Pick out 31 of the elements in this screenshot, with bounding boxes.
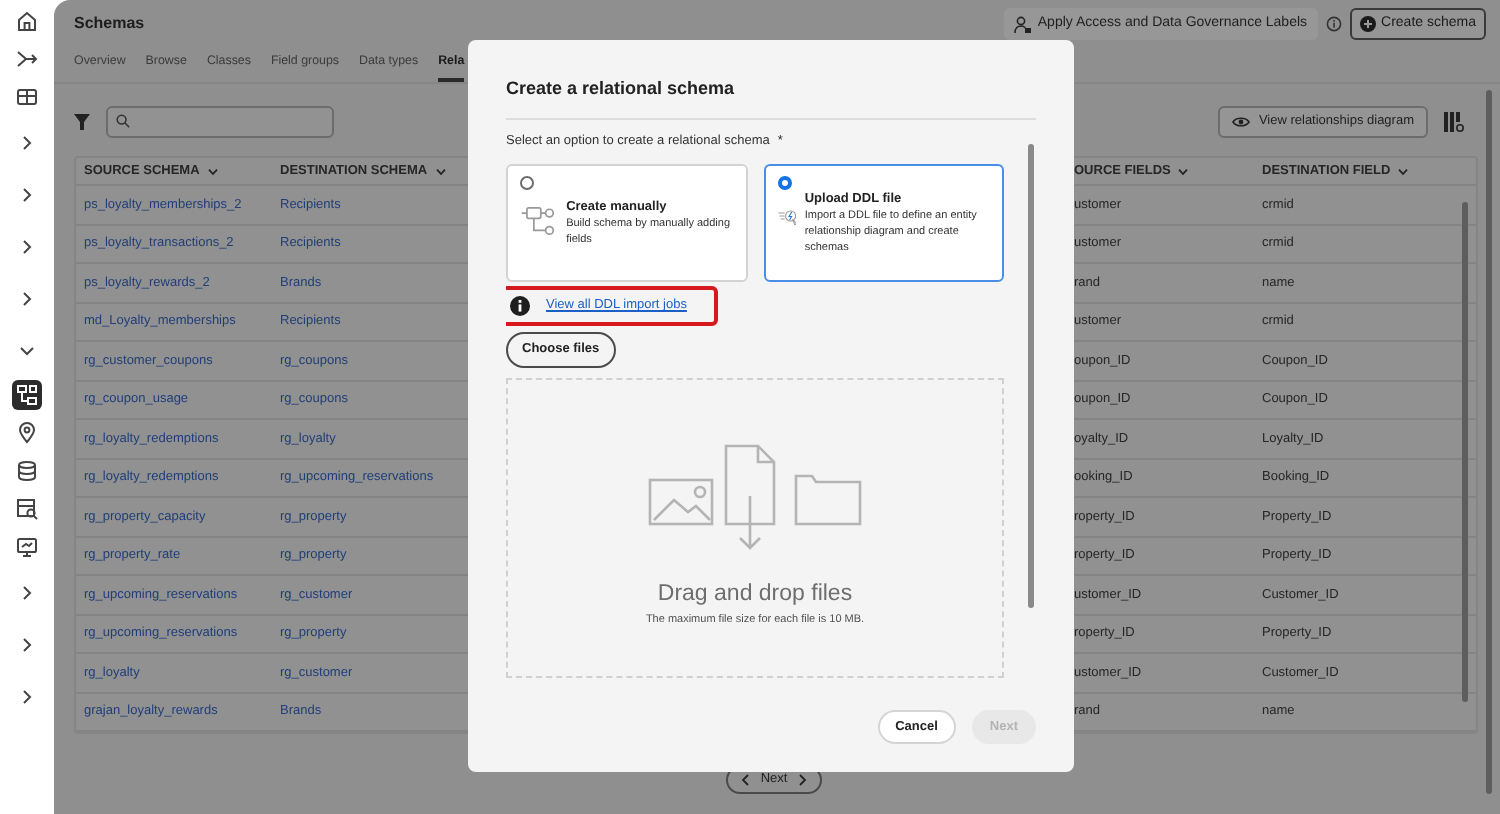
next-icon[interactable]: [797, 774, 808, 787]
dropzone-title: Drag and drop files: [657, 580, 853, 610]
home-icon[interactable]: [16, 10, 38, 32]
plus-circle-icon: [1359, 16, 1376, 32]
dialog-title: Create a relational schema: [506, 76, 1036, 119]
info-icon[interactable]: [1325, 16, 1342, 32]
page-title: Schemas: [74, 12, 145, 36]
filter-icon[interactable]: [74, 113, 90, 130]
info-icon: [510, 296, 530, 317]
sort-icon[interactable]: [1398, 167, 1409, 176]
page-scrollbar[interactable]: [1486, 90, 1492, 794]
radio-button[interactable]: [520, 176, 534, 191]
schema-icon[interactable]: [12, 380, 42, 410]
dialog-scrollbar[interactable]: [1028, 143, 1034, 607]
columns-icon[interactable]: [1444, 111, 1464, 132]
eye-icon: [1232, 115, 1251, 128]
monitor-icon[interactable]: [16, 536, 38, 558]
radio-button[interactable]: [777, 176, 791, 191]
query-icon[interactable]: [16, 498, 38, 520]
previous-icon[interactable]: [740, 774, 751, 787]
table-scrollbar[interactable]: [1462, 202, 1468, 703]
dashboard-icon[interactable]: [16, 86, 38, 108]
database-icon[interactable]: [16, 460, 38, 482]
location-icon[interactable]: [16, 422, 38, 444]
sort-icon[interactable]: [207, 167, 218, 176]
search-field[interactable]: [106, 105, 334, 138]
sort-icon[interactable]: [435, 167, 446, 176]
search-icon: [116, 114, 130, 129]
user-tag-icon: [1013, 15, 1032, 33]
sort-icon[interactable]: [1178, 167, 1189, 176]
connections-icon[interactable]: [16, 48, 38, 70]
